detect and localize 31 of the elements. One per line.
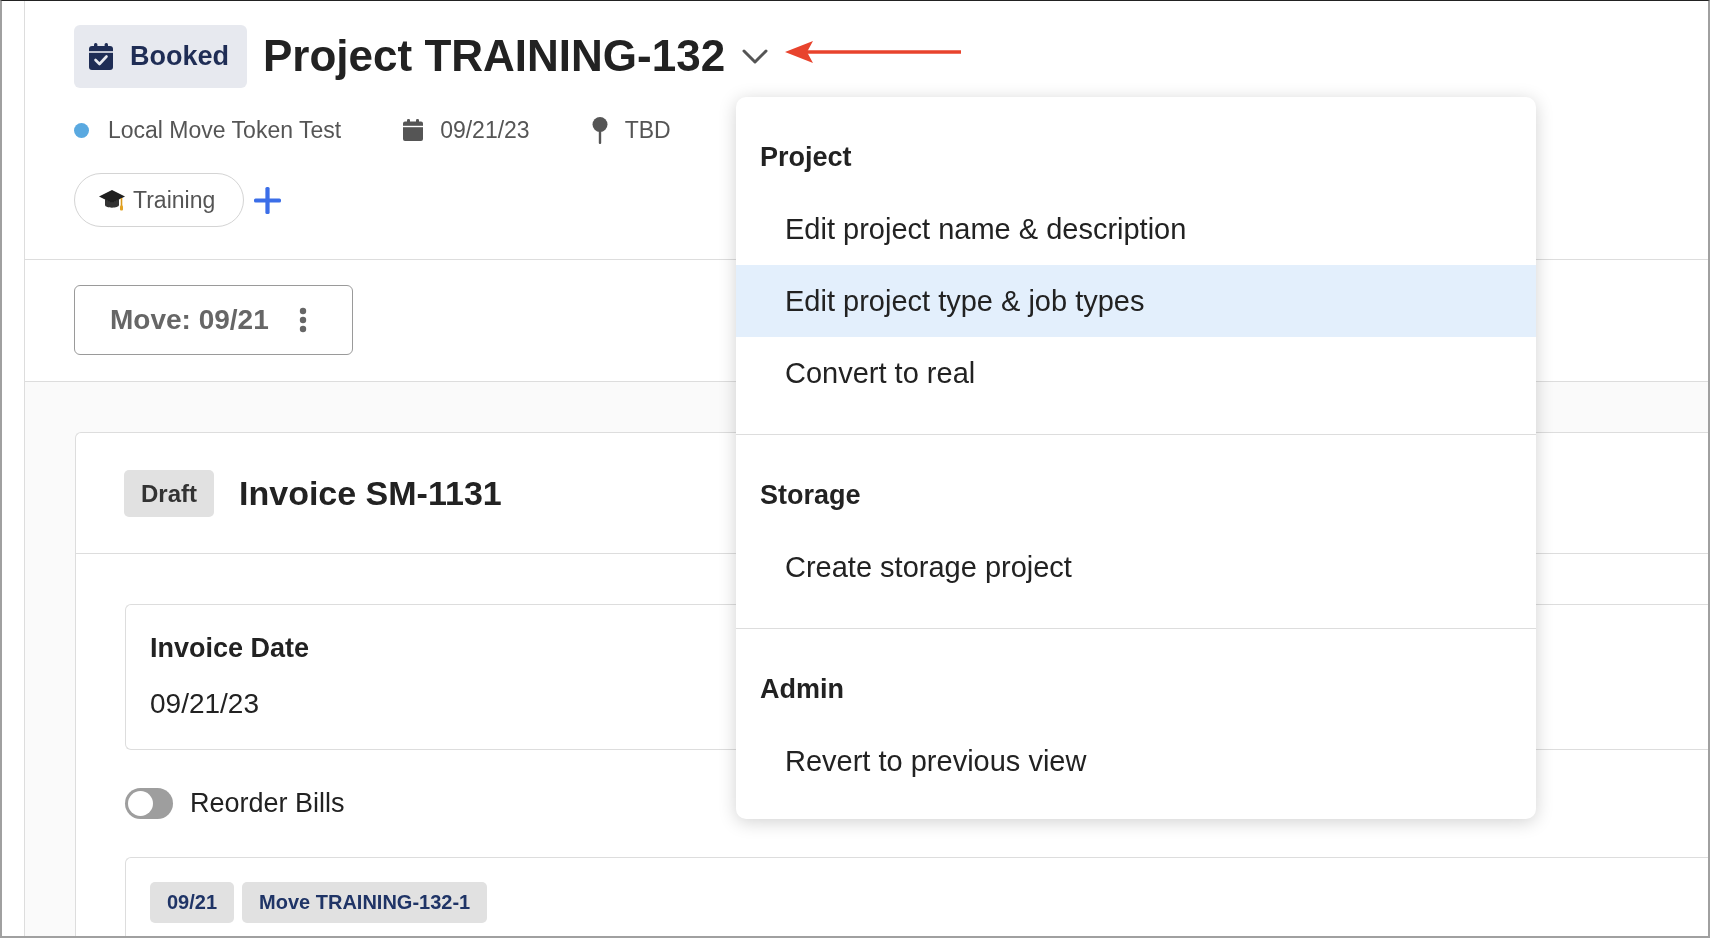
toggle-switch[interactable] bbox=[125, 787, 173, 819]
menu-item[interactable]: Edit project type & job types bbox=[736, 265, 1536, 337]
pushpin-icon bbox=[591, 116, 608, 144]
menu-item[interactable]: Edit project name & description bbox=[736, 193, 1536, 265]
toggle-label: Reorder Bills bbox=[190, 787, 345, 819]
field-label: Invoice Date bbox=[150, 632, 310, 664]
graduation-cap-icon bbox=[99, 188, 125, 212]
invoice-title: Invoice SM-1131 bbox=[239, 472, 502, 514]
menu-item[interactable]: Revert to previous view bbox=[736, 725, 1536, 797]
tag-chip[interactable]: Training bbox=[74, 173, 245, 227]
project-title: Project TRAINING-132 bbox=[263, 32, 726, 81]
menu-item[interactable]: Create storage project bbox=[736, 531, 1536, 603]
menu-section-title: Storage bbox=[759, 479, 862, 512]
job-button[interactable]: Move: 09/21 bbox=[74, 285, 353, 355]
status-badge: Draft bbox=[124, 469, 214, 517]
status-label: Booked bbox=[130, 41, 229, 72]
menu-section-title: Admin bbox=[759, 673, 845, 706]
date-label: 09/21/23 bbox=[440, 116, 530, 144]
chevron-down-icon[interactable] bbox=[742, 48, 769, 65]
field-value: 09/21/23 bbox=[150, 688, 259, 720]
bill-tag: 09/21 bbox=[150, 882, 235, 923]
calendar-check-icon bbox=[89, 43, 113, 70]
tag-label: Training bbox=[133, 186, 216, 214]
menu-section-title: Project bbox=[759, 141, 853, 174]
kebab-icon bbox=[297, 307, 308, 333]
plus-icon[interactable] bbox=[254, 186, 282, 214]
menu-item[interactable]: Convert to real bbox=[736, 337, 1536, 409]
calendar-icon bbox=[403, 119, 424, 141]
location-label: TBD bbox=[624, 116, 671, 144]
project-type-label: Local Move Token Test bbox=[108, 116, 342, 144]
bill-tag: Move TRAINING-132-1 bbox=[242, 882, 488, 923]
